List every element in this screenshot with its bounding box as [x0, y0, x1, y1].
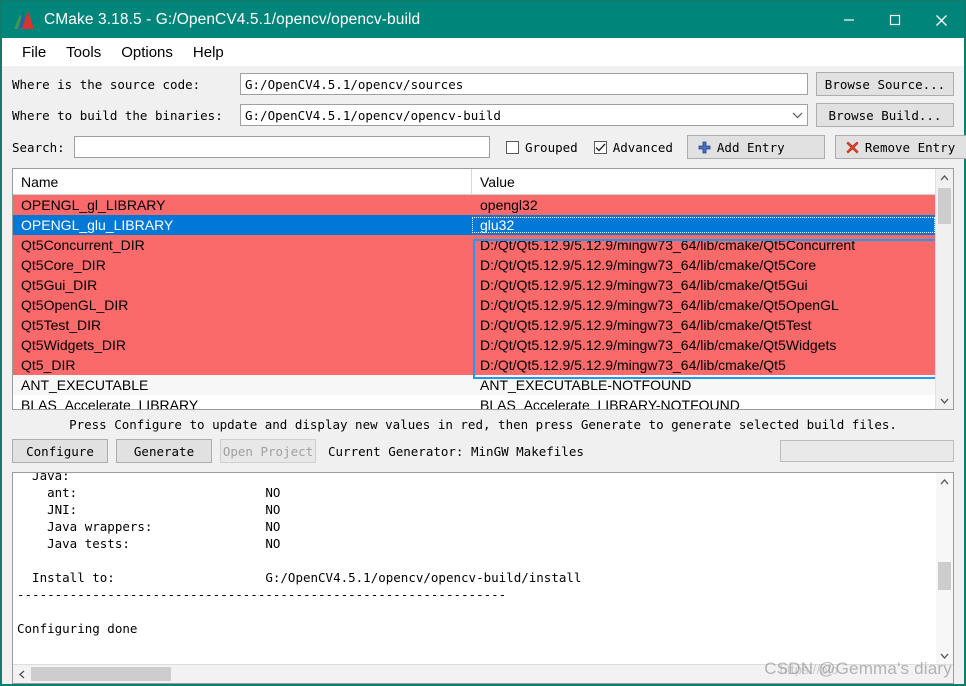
- search-input[interactable]: [74, 136, 490, 158]
- table-vertical-scrollbar[interactable]: [935, 169, 953, 409]
- add-entry-label: Add Entry: [716, 139, 785, 155]
- table-row[interactable]: Qt5Gui_DIR D:/Qt/Qt5.12.9/5.12.9/mingw73…: [13, 275, 935, 295]
- table-row[interactable]: BLAS_Accelerate_LIBRARY BLAS_Accelerate_…: [13, 395, 935, 409]
- scroll-down-icon[interactable]: [936, 392, 953, 409]
- build-path-combo[interactable]: G:/OpenCV4.5.1/opencv/opencv-build: [240, 104, 808, 126]
- browse-source-button[interactable]: Browse Source...: [816, 72, 954, 96]
- add-entry-button[interactable]: Add Entry: [686, 135, 825, 159]
- remove-entry-label: Remove Entry: [864, 139, 956, 155]
- menu-item-file[interactable]: File: [12, 42, 56, 63]
- window-title: CMake 3.18.5 - G:/OpenCV4.5.1/opencv/ope…: [44, 11, 421, 28]
- grouped-checkbox-box[interactable]: [506, 140, 519, 154]
- maximize-button[interactable]: [872, 2, 918, 38]
- action-row: Configure Generate Open Project Current …: [12, 438, 954, 464]
- output-log-panel[interactable]: Java: ant: NO JNI: NO Java wrappers: NO …: [12, 472, 954, 684]
- plus-icon: [698, 140, 712, 154]
- grouped-checkbox[interactable]: Grouped: [506, 140, 578, 155]
- cell-value[interactable]: ANT_EXECUTABLE-NOTFOUND: [472, 377, 935, 393]
- menu-item-options[interactable]: Options: [111, 42, 183, 63]
- cell-value[interactable]: D:/Qt/Qt5.12.9/5.12.9/mingw73_64/lib/cma…: [472, 297, 935, 313]
- cell-value[interactable]: D:/Qt/Qt5.12.9/5.12.9/mingw73_64/lib/cma…: [472, 237, 935, 253]
- cell-name: Qt5_DIR: [21, 357, 76, 373]
- build-path-row: Where to build the binaries: G:/OpenCV4.…: [12, 102, 954, 128]
- remove-x-icon: [846, 140, 860, 154]
- search-label: Search:: [12, 139, 65, 155]
- minimize-button[interactable]: [826, 2, 872, 38]
- cache-variables-table[interactable]: Name Value OPENGL_gl_LIBRARY opengl32 OP…: [12, 168, 954, 410]
- cell-value[interactable]: D:/Qt/Qt5.12.9/5.12.9/mingw73_64/lib/cma…: [472, 357, 935, 373]
- table-row[interactable]: Qt5Widgets_DIR D:/Qt/Qt5.12.9/5.12.9/min…: [13, 335, 935, 355]
- grouped-checkbox-label: Grouped: [525, 139, 578, 155]
- menu-bar: File Tools Options Help: [2, 38, 964, 66]
- cache-table-header: Name Value: [13, 169, 935, 195]
- scroll-up-icon[interactable]: [936, 169, 953, 186]
- column-header-name[interactable]: Name: [13, 169, 472, 194]
- cell-name: ANT_EXECUTABLE: [21, 377, 149, 393]
- source-path-input[interactable]: G:/OpenCV4.5.1/opencv/sources: [240, 73, 808, 95]
- cache-table-body: Name Value OPENGL_gl_LIBRARY opengl32 OP…: [13, 169, 935, 409]
- title-bar: CMake 3.18.5 - G:/OpenCV4.5.1/opencv/ope…: [2, 2, 964, 38]
- cell-value[interactable]: D:/Qt/Qt5.12.9/5.12.9/mingw73_64/lib/cma…: [472, 317, 935, 333]
- main-content: Where is the source code: G:/OpenCV4.5.1…: [2, 66, 966, 684]
- cmake-logo-icon: [14, 11, 34, 29]
- table-scroll-thumb[interactable]: [938, 188, 951, 224]
- table-row[interactable]: OPENGL_glu_LIBRARY glu32: [13, 215, 935, 235]
- log-horizontal-scrollbar[interactable]: [13, 664, 953, 683]
- table-row[interactable]: ANT_EXECUTABLE ANT_EXECUTABLE-NOTFOUND: [13, 375, 935, 395]
- log-scroll-thumb[interactable]: [938, 562, 951, 590]
- table-row[interactable]: Qt5Core_DIR D:/Qt/Qt5.12.9/5.12.9/mingw7…: [13, 255, 935, 275]
- log-scroll-up-icon[interactable]: [936, 473, 953, 490]
- chevron-down-icon[interactable]: [786, 112, 803, 119]
- configure-button[interactable]: Configure: [12, 439, 108, 463]
- cell-name: Qt5Concurrent_DIR: [21, 237, 145, 253]
- browse-build-button[interactable]: Browse Build...: [816, 103, 954, 127]
- cell-value[interactable]: opengl32: [472, 197, 935, 213]
- hint-text: Press Configure to update and display ne…: [69, 417, 897, 432]
- cell-name: OPENGL_glu_LIBRARY: [21, 217, 174, 233]
- table-row[interactable]: Qt5_DIR D:/Qt/Qt5.12.9/5.12.9/mingw73_64…: [13, 355, 935, 375]
- remove-entry-button[interactable]: Remove Entry: [834, 135, 966, 159]
- advanced-checkbox-label: Advanced: [612, 139, 673, 155]
- cell-name: Qt5Core_DIR: [21, 257, 106, 273]
- cell-name: Qt5Gui_DIR: [21, 277, 98, 293]
- cell-value[interactable]: D:/Qt/Qt5.12.9/5.12.9/mingw73_64/lib/cma…: [472, 277, 935, 293]
- build-path-label: Where to build the binaries:: [12, 107, 223, 123]
- cell-name: Qt5Widgets_DIR: [21, 337, 127, 353]
- current-generator-label: Current Generator: MinGW Makefiles: [328, 443, 584, 459]
- log-vertical-scrollbar[interactable]: [936, 473, 953, 664]
- cell-value[interactable]: D:/Qt/Qt5.12.9/5.12.9/mingw73_64/lib/cma…: [472, 257, 935, 273]
- source-path-label: Where is the source code:: [12, 76, 201, 92]
- advanced-checkbox[interactable]: Advanced: [593, 139, 673, 155]
- table-row[interactable]: OPENGL_gl_LIBRARY opengl32: [13, 195, 935, 215]
- cell-value[interactable]: glu32: [472, 217, 935, 233]
- cell-name: Qt5Test_DIR: [21, 317, 102, 333]
- cell-name: Qt5OpenGL_DIR: [21, 297, 129, 313]
- progress-bar: [780, 440, 954, 462]
- cell-value[interactable]: D:/Qt/Qt5.12.9/5.12.9/mingw73_64/lib/cma…: [472, 337, 935, 353]
- log-scroll-left-icon[interactable]: [13, 666, 31, 683]
- build-path-value: G:/OpenCV4.5.1/opencv/opencv-build: [245, 107, 501, 123]
- open-project-button: Open Project: [220, 439, 316, 463]
- table-row[interactable]: Qt5OpenGL_DIR D:/Qt/Qt5.12.9/5.12.9/ming…: [13, 295, 935, 315]
- cell-value[interactable]: BLAS_Accelerate_LIBRARY-NOTFOUND: [472, 397, 935, 409]
- close-button[interactable]: [918, 2, 964, 38]
- column-header-value[interactable]: Value: [472, 169, 935, 194]
- cell-name: BLAS_Accelerate_LIBRARY: [21, 397, 199, 409]
- window-controls: [826, 2, 964, 38]
- log-hscroll-thumb[interactable]: [31, 667, 171, 681]
- output-log-text: Java: ant: NO JNI: NO Java wrappers: NO …: [17, 473, 582, 636]
- cmake-gui-window: CMake 3.18.5 - G:/OpenCV4.5.1/opencv/ope…: [0, 0, 966, 686]
- output-log-inner: Java: ant: NO JNI: NO Java wrappers: NO …: [13, 473, 953, 664]
- generate-button[interactable]: Generate: [116, 439, 212, 463]
- menu-item-tools[interactable]: Tools: [56, 42, 111, 63]
- table-row[interactable]: Qt5Test_DIR D:/Qt/Qt5.12.9/5.12.9/mingw7…: [13, 315, 935, 335]
- cell-name: OPENGL_gl_LIBRARY: [21, 197, 166, 213]
- table-row[interactable]: Qt5Concurrent_DIR D:/Qt/Qt5.12.9/5.12.9/…: [13, 235, 935, 255]
- advanced-checkbox-box[interactable]: [593, 140, 607, 154]
- log-scroll-down-icon[interactable]: [936, 647, 953, 664]
- source-path-row: Where is the source code: G:/OpenCV4.5.1…: [12, 71, 954, 97]
- menu-item-help[interactable]: Help: [183, 42, 234, 63]
- search-row: Search: Grouped Advanced Add Entry Remov…: [12, 134, 966, 160]
